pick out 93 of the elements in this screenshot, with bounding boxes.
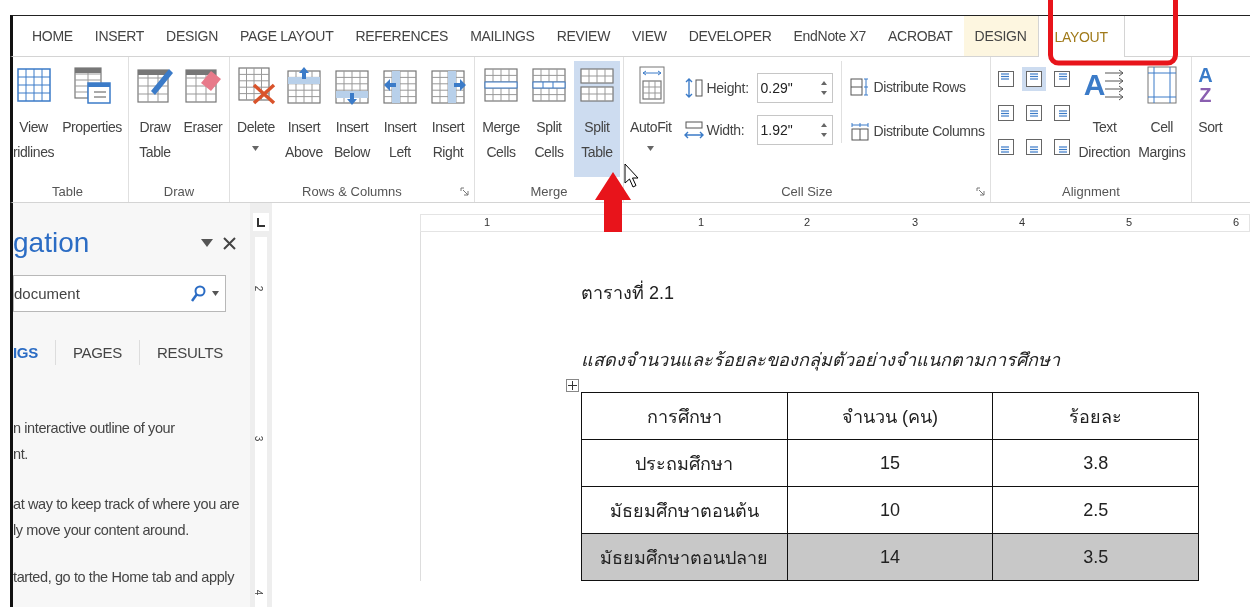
horizontal-ruler: 1 1 2 3 4 5 6	[420, 214, 1250, 232]
cell-margins-button[interactable]: Cell Margins	[1135, 61, 1189, 177]
close-icon[interactable]	[223, 236, 236, 250]
ribbon-button[interactable]: Draw Table	[131, 61, 178, 177]
distribute-button[interactable]: Distribute Rows	[847, 75, 987, 99]
pane-tab[interactable]: IGS	[13, 340, 55, 365]
ribbon-tab[interactable]: DESIGN	[963, 16, 1038, 56]
table-cell: 3.5	[992, 533, 1199, 581]
tab-stop-icon[interactable]	[257, 217, 265, 227]
pane-tab[interactable]: RESULTS	[139, 340, 240, 365]
ribbon-button[interactable]: Merge Cells	[477, 61, 524, 177]
group-label: Merge	[530, 183, 568, 199]
dropdown-caret-icon[interactable]	[201, 239, 213, 247]
ribbon-button[interactable]: Insert Left	[376, 61, 423, 177]
distribute-rows-icon	[849, 77, 870, 97]
ribbon-tab[interactable]: DESIGN	[155, 16, 229, 56]
group-label: Rows & Columns	[302, 183, 402, 199]
table-cell: 14	[787, 533, 993, 581]
ribbon-tab[interactable]: EndNote X7	[782, 16, 878, 56]
dropdown-caret-icon	[647, 146, 655, 151]
ribbon-tab[interactable]: DEVELOPER	[677, 16, 783, 56]
ribbon-tab[interactable]: PAGE LAYOUT	[229, 16, 345, 56]
text-align-icon	[997, 105, 1014, 121]
ribbon-tab[interactable]: HOME	[21, 16, 84, 56]
spin-field[interactable]: 0.29"	[756, 73, 833, 103]
ribbon-tab[interactable]: LAYOUT	[1037, 16, 1125, 57]
table-move-handle-icon[interactable]	[566, 379, 579, 392]
text-align-icon	[1025, 139, 1042, 155]
text-direction-button[interactable]: A Text Direction	[1075, 61, 1134, 177]
table-cell: 2.5	[992, 486, 1199, 534]
column-header: จำนวน (คน)	[787, 392, 993, 440]
text-align-icon	[1053, 71, 1070, 87]
ribbon-button[interactable]: Insert Below	[328, 61, 375, 177]
search-field[interactable]: document	[13, 275, 226, 312]
field-label: Width:	[706, 122, 746, 138]
group-label: Alignment	[1062, 183, 1120, 199]
ribbon-button[interactable]: Insert Right	[424, 61, 471, 177]
sort-icon: A Z	[1198, 65, 1213, 109]
text-align-icon	[1025, 105, 1042, 121]
column-width-icon	[682, 119, 705, 141]
table-cell: มัธยมศึกษาตอนปลาย	[581, 533, 788, 581]
ribbon-tab[interactable]: REFERENCES	[344, 16, 460, 56]
column-header: ร้อยละ	[992, 392, 1199, 440]
help-text: tarted, go to the Home tab and apply	[13, 568, 236, 587]
table-cell: 3.8	[992, 439, 1199, 487]
text-align-icon	[1025, 71, 1042, 87]
text-align-icon	[1053, 139, 1070, 155]
ribbon-tab[interactable]: INSERT	[83, 16, 156, 56]
table-number: ตารางที่ 2.1	[581, 278, 1250, 307]
ribbon-tab[interactable]: ACROBAT	[877, 16, 964, 56]
annotation-arrow	[595, 172, 631, 232]
table-cell: 15	[787, 439, 993, 487]
spin-field[interactable]: 1.92"	[756, 115, 833, 145]
group-label: Table	[51, 183, 83, 199]
ribbon-button[interactable]: Split Cells	[525, 61, 572, 177]
align-button[interactable]	[1021, 67, 1046, 91]
table-properties-icon	[72, 65, 113, 105]
autofit-button[interactable]: AutoFit	[626, 61, 675, 177]
sort-button[interactable]: A Z Sort	[1195, 61, 1226, 177]
ribbon-tab[interactable]: MAILINGS	[459, 16, 546, 56]
help-text: n interactive outline of your nt.	[13, 419, 176, 464]
dialog-launcher-icon[interactable]	[975, 187, 985, 196]
ribbon-tab[interactable]: VIEW	[621, 16, 678, 56]
table-cell: 10	[787, 486, 993, 534]
vertical-ruler: 2 3 4	[255, 237, 267, 607]
text-align-icon	[997, 71, 1014, 87]
ribbon-button[interactable]: Insert Above	[280, 61, 327, 177]
ribbon-button[interactable]: View ridlines	[10, 61, 58, 177]
distribute-button[interactable]: Distribute Columns	[847, 119, 987, 143]
dropdown-caret-icon	[252, 146, 260, 151]
column-header: การศึกษา	[581, 392, 788, 440]
ribbon-button[interactable]: Split Table	[573, 61, 620, 177]
table-caption: แสดงจำนวนและร้อยละของกลุ่มตัวอย่างจำแนกตามการศึกษา	[581, 349, 1061, 373]
delete-table-icon	[235, 65, 276, 105]
help-text: at way to keep track of where you are ly move your content around.	[13, 495, 241, 540]
text-align-icon	[1053, 105, 1070, 121]
field-label: Height:	[706, 80, 750, 96]
mouse-pointer-icon	[624, 163, 640, 189]
table-cell: ประถมศึกษา	[581, 439, 788, 487]
ribbon-button[interactable]: Properties	[59, 61, 125, 177]
ribbon-button[interactable]: Delete	[232, 61, 279, 177]
text-align-icon	[997, 139, 1014, 155]
pane-tab[interactable]: PAGES	[54, 340, 140, 365]
search-icon[interactable]	[190, 285, 206, 303]
group-label: Draw	[163, 183, 195, 199]
group-label: Cell Size	[781, 183, 833, 199]
pane-title: gation	[13, 227, 91, 259]
dropdown-caret-icon[interactable]	[212, 291, 219, 296]
dialog-launcher-icon[interactable]	[459, 187, 469, 196]
ribbon-tab[interactable]: REVIEW	[545, 16, 622, 56]
ribbon-button[interactable]: Eraser	[179, 61, 226, 177]
table-cell: มัธยมศึกษาตอนต้น	[581, 486, 788, 534]
distribute-columns-icon	[849, 121, 870, 141]
